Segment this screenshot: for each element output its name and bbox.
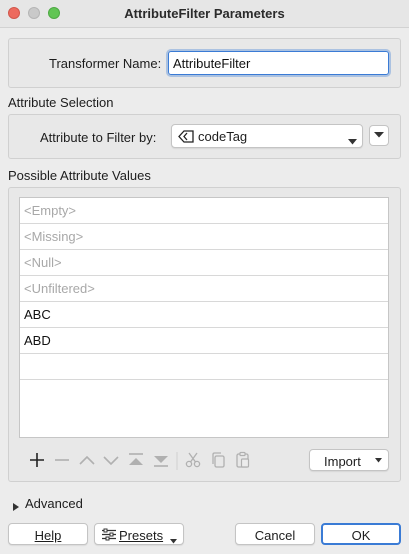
attribute-tag-icon [178, 130, 194, 146]
advanced-toggle[interactable]: Advanced [25, 496, 83, 511]
ok-button[interactable]: OK [321, 523, 401, 545]
list-item[interactable]: <Null> [20, 250, 388, 276]
window-title: AttributeFilter Parameters [124, 6, 285, 21]
add-icon[interactable] [28, 451, 46, 472]
copy-icon[interactable] [209, 451, 227, 472]
title-bar: AttributeFilter Parameters [0, 0, 409, 28]
paste-icon[interactable] [234, 451, 252, 472]
presets-button[interactable]: Presets [94, 523, 184, 545]
cut-icon[interactable] [184, 451, 202, 472]
possible-values-heading: Possible Attribute Values [8, 168, 151, 183]
attribute-filter-value: codeTag [198, 129, 248, 144]
cancel-button-label: Cancel [254, 528, 296, 543]
remove-icon[interactable] [53, 451, 71, 472]
attribute-filter-label: Attribute to Filter by: [40, 130, 157, 145]
list-item[interactable]: ABD [20, 328, 388, 354]
chevron-down-icon [374, 132, 384, 138]
attribute-values-list[interactable]: <Empty> <Missing> <Null> <Unfiltered> AB… [19, 197, 389, 438]
list-item[interactable]: <Missing> [20, 224, 388, 250]
sliders-icon [101, 528, 117, 544]
transformer-name-input[interactable] [166, 49, 391, 77]
help-button[interactable]: Help [8, 523, 88, 545]
move-up-icon[interactable] [78, 451, 96, 472]
list-item[interactable] [20, 354, 388, 380]
attribute-filter-select[interactable]: codeTag [171, 124, 363, 148]
chevron-down-icon [348, 133, 357, 148]
disclosure-triangle-icon[interactable] [13, 499, 19, 514]
help-button-label: Help [34, 528, 62, 543]
attribute-selection-heading: Attribute Selection [8, 95, 114, 110]
move-to-top-icon[interactable] [127, 451, 145, 472]
transformer-name-label: Transformer Name: [49, 56, 162, 71]
import-button[interactable]: Import [309, 449, 389, 471]
ok-button-label: OK [351, 528, 371, 543]
chevron-down-icon [375, 458, 382, 463]
list-item[interactable]: <Unfiltered> [20, 276, 388, 302]
presets-button-label: Presets [119, 528, 164, 543]
move-to-bottom-icon[interactable] [152, 451, 170, 472]
attribute-options-dropdown[interactable] [369, 125, 389, 146]
chevron-down-icon [170, 532, 177, 547]
divider [176, 452, 178, 473]
move-down-icon[interactable] [102, 451, 120, 472]
import-button-label: Import [324, 454, 361, 469]
cancel-button[interactable]: Cancel [235, 523, 315, 545]
list-item[interactable]: <Empty> [20, 198, 388, 224]
list-item[interactable]: ABC [20, 302, 388, 328]
